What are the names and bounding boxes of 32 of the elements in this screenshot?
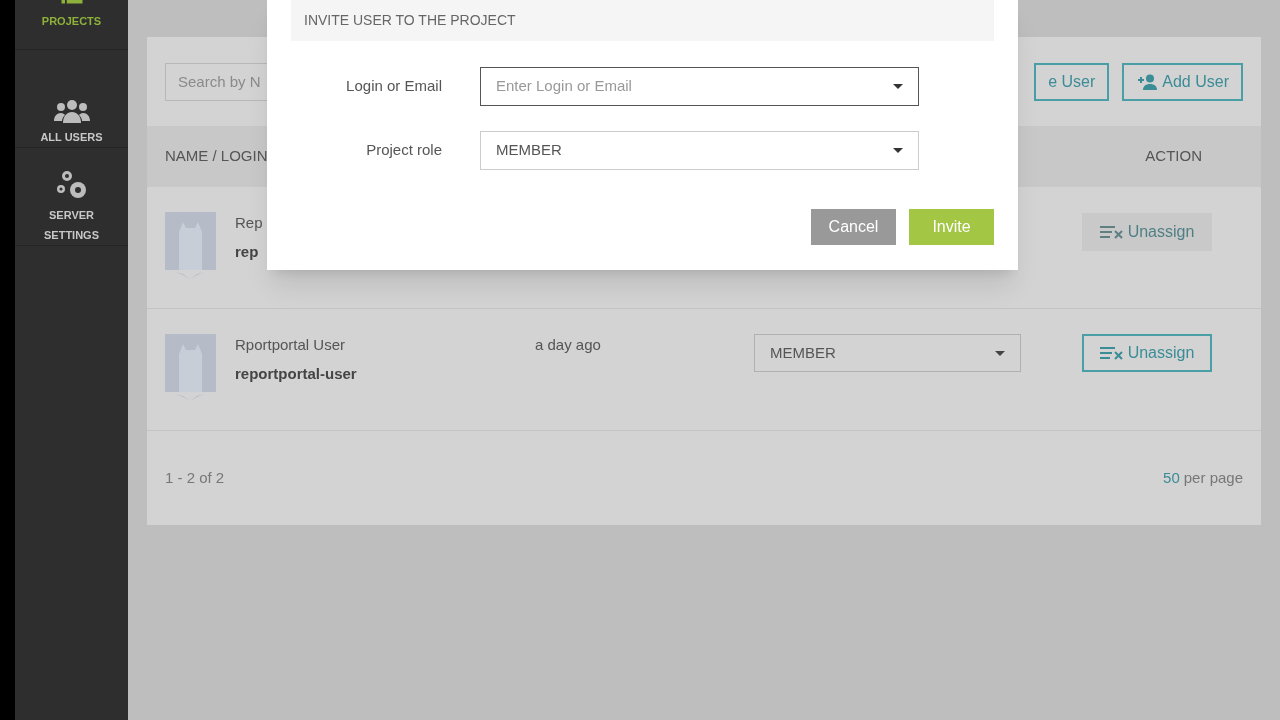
last-login-date: a day ago [535,336,601,353]
user-login: reportportal-user [235,363,358,384]
user-name: Rportportal User [235,335,347,355]
list-icon [59,0,84,7]
role-select[interactable]: MEMBER [754,334,1021,372]
invite-button[interactable]: Invite [909,209,994,245]
modal-title: INVITE USER TO THE PROJECT [304,11,516,30]
add-user-icon [1136,73,1159,90]
caret-icon [995,350,1005,356]
cancel-button[interactable]: Cancel [811,209,896,245]
column-header: ACTION [1145,146,1202,167]
field-label: Login or Email [345,76,442,97]
login-select[interactable]: Enter Login or Email [480,67,919,106]
field-label: Project role [365,140,442,161]
column-header: NAME / LOGIN [165,146,268,167]
avatar-icon [165,212,216,280]
gears-icon [54,169,89,201]
avatar-icon [165,334,216,402]
user-name: Rep [235,213,264,233]
per-page-label: per page [1183,467,1243,488]
pagination-range: 1 - 2 of 2 [165,467,225,488]
per-page-link[interactable]: 50 [1163,466,1180,490]
caret-icon [893,148,903,153]
unassign-icon [1099,225,1126,239]
unassign-icon [1099,346,1126,360]
users-icon [53,99,90,123]
caret-icon [893,84,903,89]
user-button[interactable]: e User [1034,62,1110,101]
role-select[interactable]: MEMBER [480,131,919,170]
unassign-button[interactable]: Unassign [1082,334,1212,372]
user-login: rep [235,241,260,262]
user-button[interactable]: Add User [1122,62,1243,101]
